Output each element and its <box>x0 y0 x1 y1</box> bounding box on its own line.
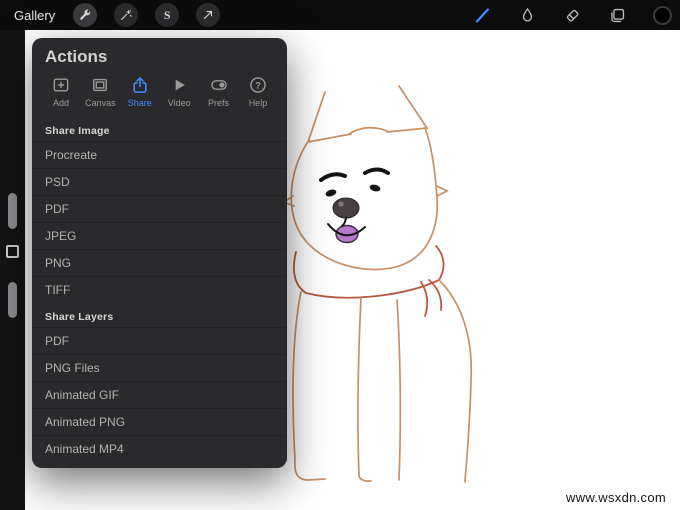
tab-label: Add <box>52 98 69 108</box>
top-toolbar: Gallery S <box>0 0 680 30</box>
tab-label: Share <box>127 98 152 108</box>
layers-option-pdf[interactable]: PDF <box>32 327 287 354</box>
wrench-icon <box>80 9 91 20</box>
layers-option-png-files[interactable]: PNG Files <box>32 354 287 381</box>
tab-share[interactable]: Share <box>121 75 159 108</box>
tab-add[interactable]: Add <box>42 75 80 108</box>
share-option-png[interactable]: PNG <box>32 249 287 276</box>
brush-icon[interactable] <box>473 6 492 25</box>
actions-button[interactable] <box>73 3 98 27</box>
layers-option-animated-mp4[interactable]: Animated MP4 <box>32 435 287 462</box>
tab-canvas[interactable]: Canvas <box>81 75 119 108</box>
tab-label: Prefs <box>208 98 230 108</box>
layers-icon[interactable] <box>608 6 627 25</box>
tool-sidebar <box>0 30 25 510</box>
help-icon: ? <box>250 77 266 93</box>
tab-label: Help <box>248 98 268 108</box>
tab-prefs[interactable]: Prefs <box>200 75 238 108</box>
tab-help[interactable]: ? Help <box>239 75 277 108</box>
tab-label: Video <box>167 98 191 108</box>
color-swatch[interactable] <box>653 5 672 25</box>
magic-wand-icon <box>121 9 132 20</box>
panel-title: Actions <box>45 47 108 66</box>
prefs-toggle-icon <box>210 80 227 90</box>
layers-option-animated-gif[interactable]: Animated GIF <box>32 381 287 408</box>
watermark: www.wsxdn.com <box>566 490 666 505</box>
paint-tools <box>473 0 672 30</box>
share-icon <box>133 77 147 93</box>
section-header-share-layers: Share Layers <box>45 311 114 323</box>
tab-label: Canvas <box>85 98 116 108</box>
share-option-pdf[interactable]: PDF <box>32 195 287 222</box>
gallery-button[interactable]: Gallery <box>14 8 55 23</box>
adjustments-button[interactable] <box>114 3 139 27</box>
add-icon <box>53 78 69 92</box>
canvas-icon <box>93 78 108 92</box>
tab-video[interactable]: Video <box>160 75 198 108</box>
share-option-procreate[interactable]: Procreate <box>32 141 287 168</box>
layers-option-animated-png[interactable]: Animated PNG <box>32 408 287 435</box>
actions-tabs: Add Canvas Share Video Prefs ? Help <box>32 71 287 117</box>
selection-button[interactable]: S <box>155 3 180 27</box>
video-play-icon <box>175 79 186 91</box>
share-option-jpeg[interactable]: JPEG <box>32 222 287 249</box>
section-header-share-image: Share Image <box>45 125 110 137</box>
brush-size-slider[interactable] <box>8 193 17 229</box>
actions-panel: Actions Add Canvas Share Video Prefs ? H… <box>32 38 287 468</box>
modify-button[interactable] <box>6 245 19 258</box>
transform-arrow-icon <box>204 10 213 20</box>
svg-text:?: ? <box>255 80 261 90</box>
selection-s-icon: S <box>163 7 171 22</box>
smudge-icon[interactable] <box>518 6 537 25</box>
transform-button[interactable] <box>196 3 221 27</box>
share-option-tiff[interactable]: TIFF <box>32 276 287 303</box>
opacity-slider[interactable] <box>8 282 17 318</box>
eraser-icon[interactable] <box>563 6 582 25</box>
share-option-psd[interactable]: PSD <box>32 168 287 195</box>
